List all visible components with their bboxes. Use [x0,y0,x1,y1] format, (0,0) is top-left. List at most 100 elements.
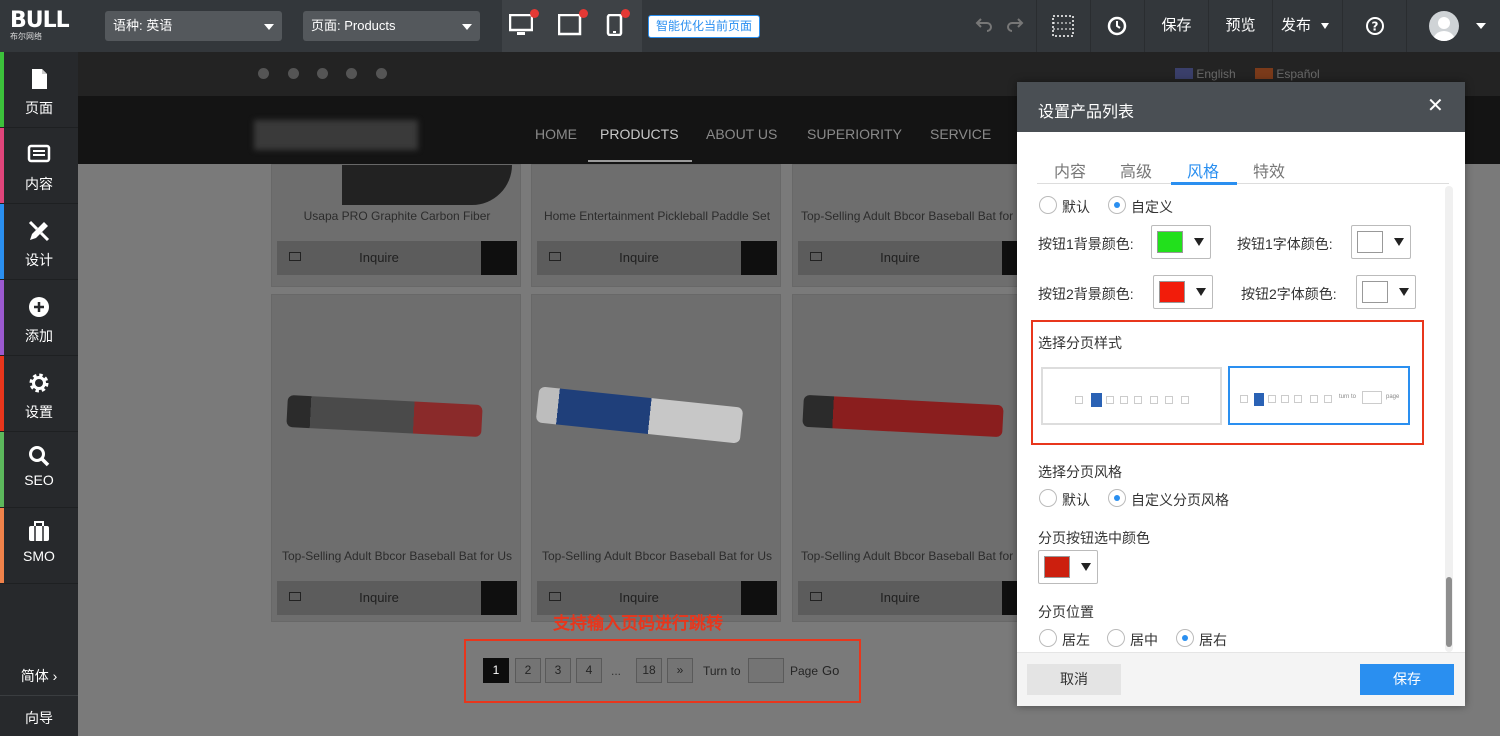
cart-icon[interactable] [481,241,517,275]
sidebar-item-pages[interactable]: 页面 [0,52,78,128]
close-icon[interactable]: ✕ [1427,95,1444,117]
product-title[interactable]: Top-Selling Adult Bbcor Baseball Bat for… [801,549,1031,563]
page-3-button[interactable]: 3 [545,658,571,683]
position-center-radio[interactable] [1107,629,1125,647]
btn1-bg-color-picker[interactable] [1151,225,1211,259]
tab-content[interactable]: 内容 [1054,158,1086,182]
style-default-radio[interactable] [1039,196,1057,214]
sidebar-item-add[interactable]: 添加 [0,280,78,356]
twitter-icon[interactable] [317,68,328,79]
youtube-icon[interactable] [346,68,357,79]
instagram-icon[interactable] [376,68,387,79]
pinterest-icon[interactable] [288,68,299,79]
chevron-down-icon[interactable] [1476,23,1486,29]
nav-home[interactable]: HOME [535,126,577,142]
pstyle-custom-radio[interactable] [1108,489,1126,507]
pagination-style-label: 选择分页风格 [1038,464,1122,480]
undo-icon[interactable] [975,17,993,38]
language-spanish[interactable]: Español [1255,67,1320,81]
sidebar-item-design[interactable]: 设计 [0,204,78,280]
tab-effects[interactable]: 特效 [1253,158,1285,182]
style-custom-radio[interactable] [1108,196,1126,214]
preview-button[interactable]: 预览 [1209,0,1272,52]
sidebar-item-settings[interactable]: 设置 [0,356,78,432]
redo-icon[interactable] [1006,17,1024,38]
product-card[interactable]: Top-Selling Adult Bbcor Baseball Bat for… [792,294,1038,622]
grid-icon[interactable] [1052,15,1074,42]
dialog-save-button[interactable]: 保存 [1360,664,1454,695]
position-left-radio[interactable] [1039,629,1057,647]
cart-icon[interactable] [481,581,517,615]
tab-style[interactable]: 风格 [1187,158,1219,182]
btn2-bg-color-picker[interactable] [1153,275,1213,309]
btn1-font-color-picker[interactable] [1351,225,1411,259]
history-icon[interactable] [1106,15,1128,42]
chevron-down-icon[interactable] [1321,23,1329,29]
product-title[interactable]: Top-Selling Adult Bbcor Baseball Bat for… [272,549,522,563]
svg-text:?: ? [1372,20,1379,34]
inquire-button[interactable]: Inquire [798,241,1038,275]
help-icon[interactable]: ? [1365,16,1385,41]
product-title[interactable]: Top-Selling Adult Bbcor Baseball Bat for… [801,209,1031,223]
avatar[interactable] [1429,11,1459,41]
inquire-button[interactable]: Inquire [537,241,777,275]
page-4-button[interactable]: 4 [576,658,602,683]
nav-products[interactable]: PRODUCTS [600,126,679,142]
inquire-button[interactable]: Inquire [277,241,517,275]
product-card[interactable]: Home Entertainment Pickleball Paddle Set… [531,164,781,287]
product-card[interactable]: Top-Selling Adult Bbcor Baseball Bat for… [792,164,1038,287]
simplified-chinese-switch[interactable]: 简体 › [0,666,78,696]
pstyle-default-radio[interactable] [1039,489,1057,507]
language-select[interactable]: 语种: 英语 [105,11,282,41]
mini-page [1294,395,1302,403]
btn2-font-color-picker[interactable] [1356,275,1416,309]
facebook-icon[interactable] [258,68,269,79]
sidebar-item-seo[interactable]: SEO [0,432,78,508]
guide-button[interactable]: 向导 [0,708,78,728]
publish-button[interactable]: 发布 [1273,0,1319,52]
save-button[interactable]: 保存 [1145,0,1208,52]
tablet-icon[interactable] [557,9,588,36]
mobile-icon[interactable] [606,9,630,37]
smart-optimize-button[interactable]: 智能优化当前页面 [648,15,760,38]
mini-page [1324,395,1332,403]
nav-service[interactable]: SERVICE [930,126,991,142]
product-title[interactable]: Top-Selling Adult Bbcor Baseball Bat for… [532,549,782,563]
logo-subtext: 布尔网络 [10,32,42,41]
product-card[interactable]: Top-Selling Adult Bbcor Baseball Bat for… [271,294,521,622]
page-select[interactable]: 页面: Products [303,11,480,41]
pagination-style-option-1[interactable] [1041,367,1222,425]
selected-color-picker[interactable] [1038,550,1098,584]
page-18-button[interactable]: 18 [636,658,662,683]
nav-superiority[interactable]: SUPERIORITY [807,126,902,142]
page-2-button[interactable]: 2 [515,658,541,683]
product-card[interactable]: Usapa PRO Graphite Carbon Fiber Inquire [271,164,521,287]
product-title[interactable]: Usapa PRO Graphite Carbon Fiber [272,209,522,223]
next-page-button[interactable]: » [667,658,693,683]
cart-icon[interactable] [741,581,777,615]
desktop-icon[interactable] [508,9,539,36]
language-english[interactable]: English [1175,67,1236,81]
position-label: 分页位置 [1038,604,1094,620]
product-title[interactable]: Home Entertainment Pickleball Paddle Set [532,209,782,223]
sidebar-item-content[interactable]: 内容 [0,128,78,204]
product-card[interactable]: Top-Selling Adult Bbcor Baseball Bat for… [531,294,781,622]
cart-icon[interactable] [741,241,777,275]
position-right-radio[interactable] [1176,629,1194,647]
go-button[interactable]: Go [822,663,839,678]
inquire-button[interactable]: Inquire [277,581,517,615]
cancel-button[interactable]: 取消 [1027,664,1121,695]
dialog-title: 设置产品列表 [1038,104,1135,121]
pagination-style-option-2[interactable]: turn to page [1228,366,1410,425]
page-number-input[interactable] [748,658,784,683]
btn2-font-label: 按钮2字体颜色: [1241,286,1337,302]
inquire-button[interactable]: Inquire [798,581,1038,615]
sidebar-item-smo[interactable]: SMO [0,508,78,584]
nav-about[interactable]: ABOUT US [706,126,777,142]
scrollbar-thumb[interactable] [1446,577,1452,647]
tab-advanced[interactable]: 高级 [1120,158,1152,182]
divider [1090,0,1091,52]
chevron-down-icon [1194,238,1204,246]
mini-page [1120,396,1128,404]
page-1-button[interactable]: 1 [483,658,509,683]
